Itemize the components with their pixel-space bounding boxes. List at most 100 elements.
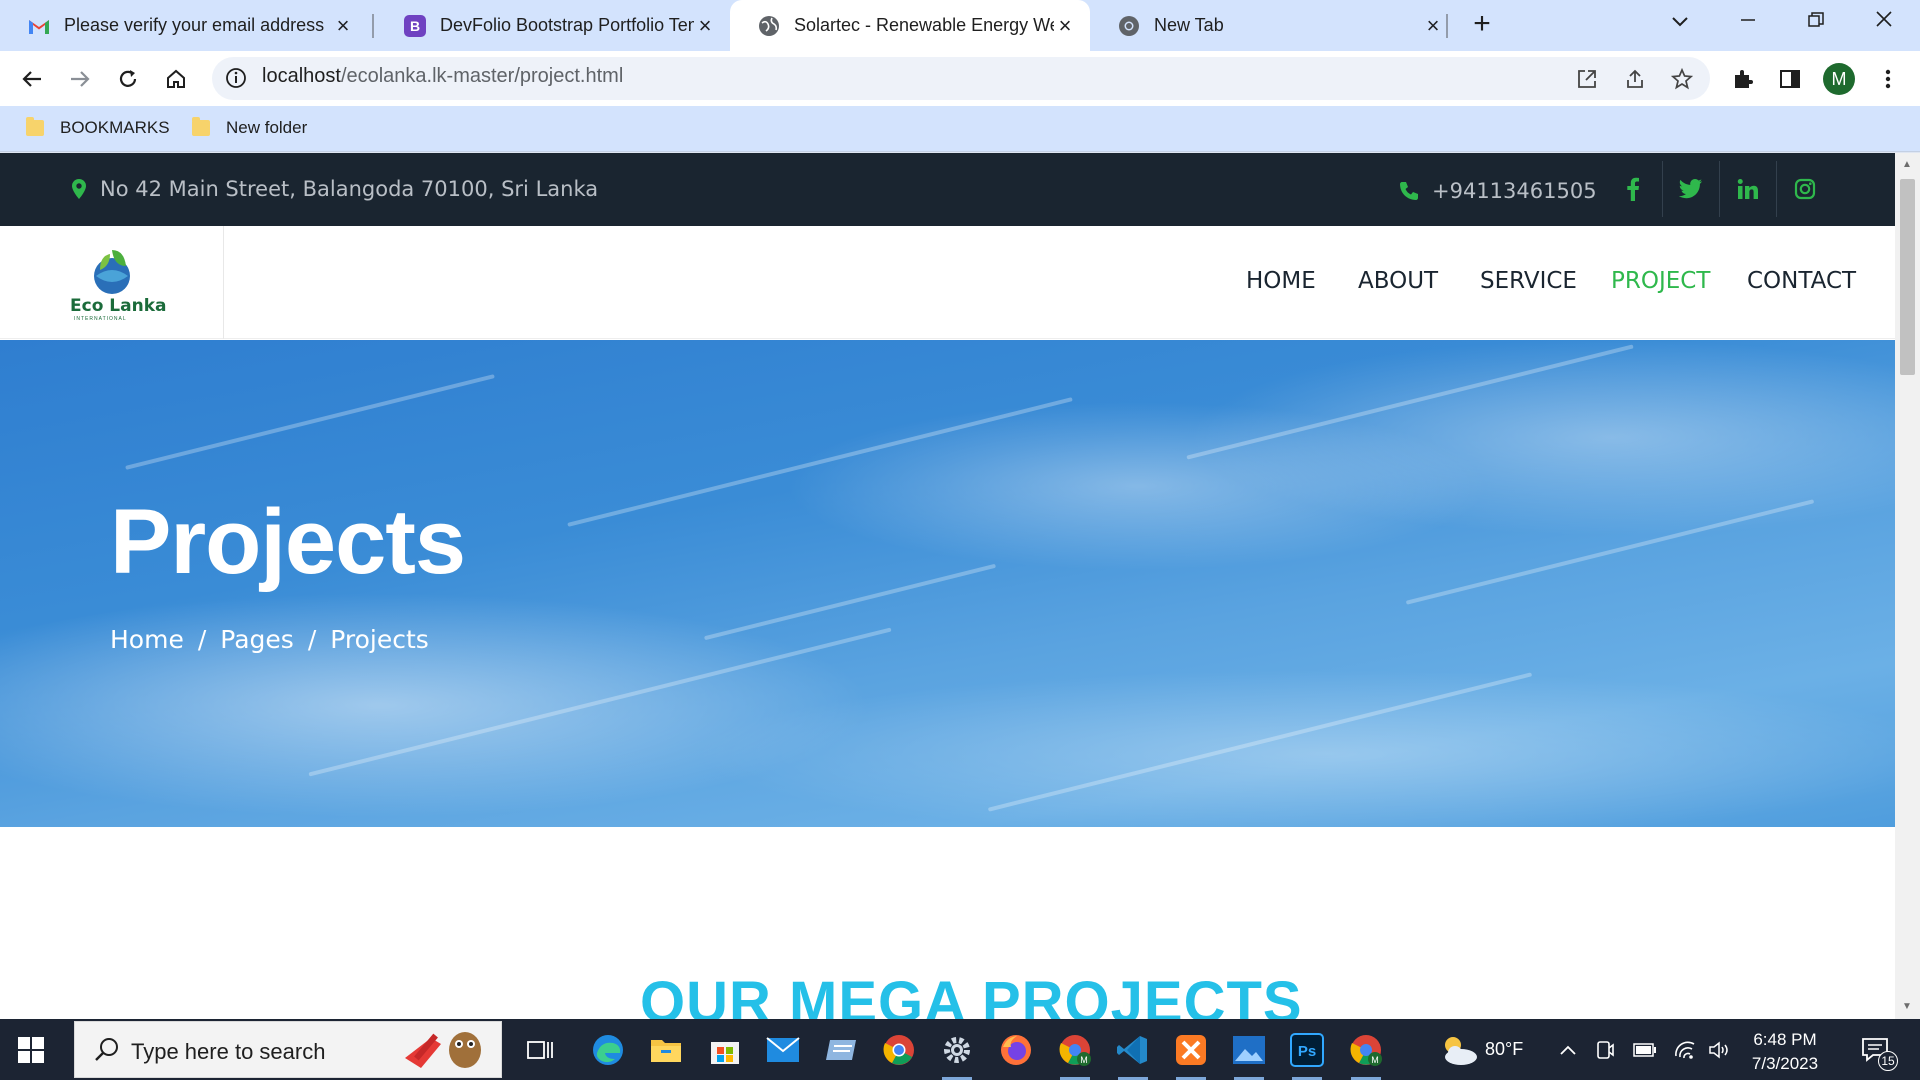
settings-gear-icon[interactable]: [936, 1029, 978, 1080]
extensions-puzzle-icon[interactable]: [1729, 65, 1757, 93]
linkedin-icon[interactable]: [1719, 161, 1775, 217]
notification-count-badge: 15: [1878, 1051, 1898, 1071]
section-heading: OUR MEGA PROJECTS: [640, 970, 1303, 1019]
close-tab-icon[interactable]: ×: [1422, 14, 1444, 37]
side-panel-icon[interactable]: [1776, 65, 1804, 93]
chrome-taskbar-icon[interactable]: [878, 1029, 920, 1071]
tab-newtab[interactable]: New Tab ×: [1090, 0, 1458, 51]
cloud-streak: [987, 672, 1533, 812]
site-info-icon[interactable]: [224, 66, 248, 90]
folder-icon: [26, 117, 44, 136]
tray-expand-chevron-icon[interactable]: [1553, 1029, 1583, 1071]
microsoft-store-icon[interactable]: [704, 1029, 746, 1071]
tab-devfolio[interactable]: B DevFolio Bootstrap Portfolio Tem ×: [376, 0, 730, 51]
url-text[interactable]: localhost/ecolanka.lk-master/project.htm…: [262, 65, 623, 88]
mail-icon[interactable]: [762, 1029, 804, 1071]
notification-center-icon[interactable]: 15: [1852, 1029, 1898, 1071]
tab-gmail[interactable]: Please verify your email address ×: [0, 0, 368, 51]
wifi-icon[interactable]: [1670, 1029, 1700, 1071]
clock-time: 6:48 PM: [1753, 1030, 1817, 1049]
twitter-icon[interactable]: [1662, 161, 1718, 217]
cloud-streak: [1405, 499, 1815, 605]
tab-search-chevron-icon[interactable]: [1660, 8, 1700, 38]
weather-icon[interactable]: [1434, 1029, 1484, 1071]
breadcrumb-separator: /: [307, 625, 317, 654]
close-tab-icon[interactable]: ×: [332, 14, 354, 37]
scrollbar-thumb[interactable]: [1900, 179, 1915, 375]
tab-title: DevFolio Bootstrap Portfolio Tem: [440, 15, 694, 35]
meet-now-icon[interactable]: [1590, 1029, 1620, 1071]
nav-about[interactable]: ABOUT: [1358, 268, 1438, 294]
nav-project[interactable]: PROJECT: [1611, 268, 1710, 294]
reload-icon[interactable]: [112, 63, 144, 95]
breadcrumb-current: Projects: [330, 625, 429, 654]
bookmark-star-icon[interactable]: [1668, 65, 1696, 93]
page-scrollbar[interactable]: ▲ ▼: [1895, 153, 1920, 1019]
tab-divider: [372, 14, 374, 38]
facebook-icon[interactable]: [1605, 161, 1661, 217]
home-icon[interactable]: [160, 63, 192, 95]
site-logo[interactable]: Eco Lanka INTERNATIONAL: [0, 226, 224, 339]
nav-contact[interactable]: CONTACT: [1747, 268, 1856, 294]
breadcrumb-home[interactable]: Home: [110, 625, 184, 654]
globe-icon: [758, 15, 780, 37]
nav-service[interactable]: SERVICE: [1480, 268, 1577, 294]
web-page: No 42 Main Street, Balangoda 70100, Sri …: [0, 153, 1895, 1019]
task-view-icon[interactable]: [519, 1029, 561, 1071]
bookmark-label: New folder: [226, 118, 308, 137]
chrome-profile-m-icon[interactable]: M: [1345, 1029, 1387, 1080]
tab-title: Solartec - Renewable Energy Wel: [794, 15, 1054, 35]
svg-text:M: M: [1080, 1055, 1088, 1065]
scroll-down-icon[interactable]: ▼: [1902, 1001, 1912, 1012]
bookmark-folder-new[interactable]: New folder: [192, 114, 307, 142]
windows-start-icon[interactable]: [18, 1037, 44, 1063]
svg-text:B: B: [410, 18, 420, 34]
scroll-up-icon[interactable]: ▲: [1902, 159, 1912, 170]
remote-desktop-icon[interactable]: [820, 1029, 862, 1071]
breadcrumb: Home / Pages / Projects: [110, 625, 429, 654]
gmail-icon: [28, 15, 50, 37]
svg-text:Ps: Ps: [1298, 1043, 1316, 1060]
tab-solartec[interactable]: Solartec - Renewable Energy Wel ×: [730, 0, 1090, 51]
photoshop-icon[interactable]: Ps: [1286, 1029, 1328, 1080]
share-icon[interactable]: [1621, 65, 1649, 93]
site-phone[interactable]: +94113461505: [1398, 179, 1597, 203]
vscode-icon[interactable]: [1112, 1029, 1154, 1080]
restore-icon[interactable]: [1796, 8, 1836, 38]
open-in-app-icon[interactable]: [1573, 65, 1601, 93]
url-host: localhost: [262, 65, 341, 87]
search-placeholder: Type here to search: [131, 1039, 326, 1064]
close-window-icon[interactable]: [1864, 8, 1904, 38]
eco-lanka-logo-icon: [94, 250, 130, 294]
file-explorer-icon[interactable]: [645, 1029, 687, 1071]
taskbar-search[interactable]: Type here to search: [74, 1021, 502, 1078]
more-menu-icon[interactable]: [1874, 65, 1902, 93]
volume-icon[interactable]: [1705, 1029, 1735, 1071]
breadcrumb-separator: /: [197, 625, 207, 654]
new-tab-button[interactable]: +: [1466, 9, 1498, 41]
forward-arrow-icon[interactable]: [64, 63, 96, 95]
chrome-profile-icon[interactable]: M: [1054, 1029, 1096, 1080]
close-tab-icon[interactable]: ×: [694, 14, 716, 37]
battery-icon[interactable]: [1630, 1029, 1660, 1071]
instagram-icon[interactable]: [1776, 161, 1832, 217]
windows-taskbar: Type here to search M Ps M 80°F 6:48 PM …: [0, 1019, 1920, 1080]
profile-avatar[interactable]: M: [1823, 63, 1855, 95]
tab-divider: [1446, 14, 1448, 38]
back-arrow-icon[interactable]: [16, 63, 48, 95]
search-icon: [95, 1038, 118, 1061]
page-title: Projects: [110, 491, 466, 593]
photos-icon[interactable]: [1228, 1029, 1270, 1080]
taskbar-clock[interactable]: 6:48 PM 7/3/2023: [1740, 1028, 1830, 1076]
phone-icon: [1400, 182, 1418, 200]
clock-date: 7/3/2023: [1751, 1054, 1819, 1073]
weather-temperature[interactable]: 80°F: [1485, 1039, 1523, 1060]
edge-icon[interactable]: [587, 1029, 629, 1071]
minimize-icon[interactable]: [1728, 8, 1768, 38]
bookmark-folder-bookmarks[interactable]: BOOKMARKS: [26, 114, 170, 142]
firefox-icon[interactable]: [995, 1029, 1037, 1071]
breadcrumb-pages[interactable]: Pages: [220, 625, 294, 654]
nav-home[interactable]: HOME: [1246, 268, 1316, 294]
close-tab-icon[interactable]: ×: [1054, 14, 1076, 37]
xampp-icon[interactable]: [1170, 1029, 1212, 1080]
